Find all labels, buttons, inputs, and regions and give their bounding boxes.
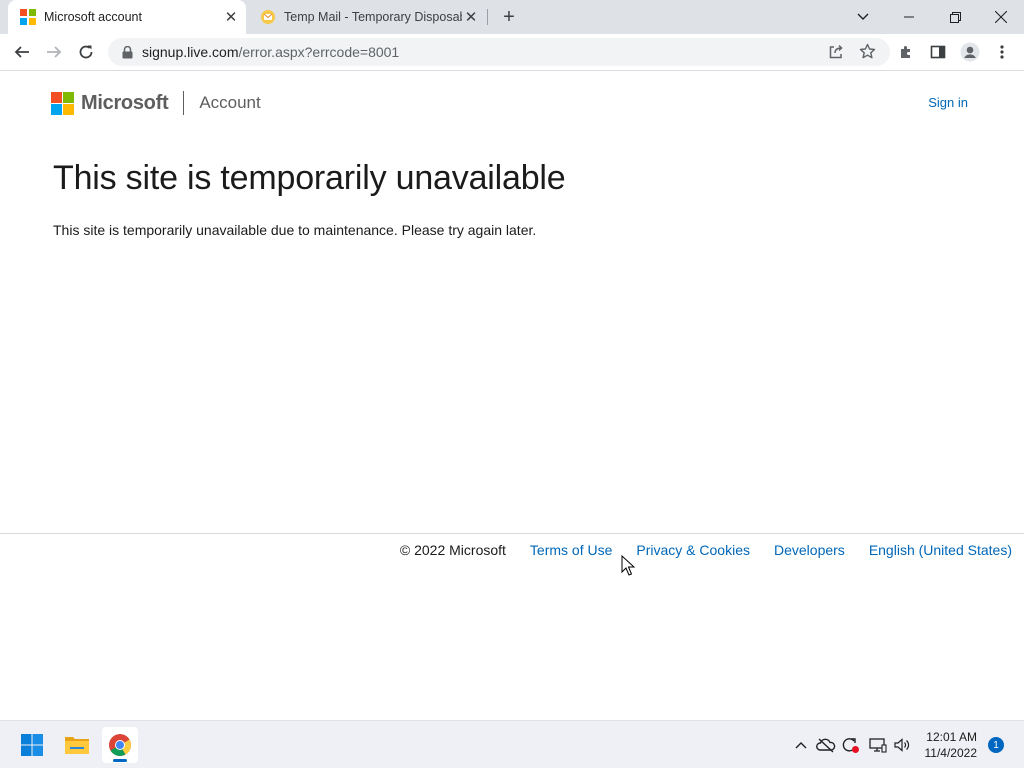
tab-title: Microsoft account [44, 10, 142, 24]
side-panel-icon[interactable] [924, 38, 952, 66]
browser-tab-strip: Microsoft account ✕ Temp Mail - Temporar… [0, 0, 1024, 34]
system-clock[interactable]: 12:01 AM 11/4/2022 [925, 729, 978, 761]
bookmark-star-icon[interactable] [859, 43, 876, 65]
close-tab-icon[interactable]: ✕ [462, 8, 480, 26]
brand-name[interactable]: Microsoft [81, 92, 169, 115]
browser-toolbar: signup.live.com/error.aspx?errcode=8001 [0, 34, 1024, 71]
developers-link[interactable]: Developers [774, 542, 845, 558]
microsoft-logo-icon [20, 9, 36, 25]
copyright-text: © 2022 Microsoft [399, 542, 506, 558]
tab-separator [487, 9, 488, 25]
product-name: Account [199, 93, 261, 112]
new-tab-icon[interactable]: + [498, 6, 520, 28]
show-hidden-icons-icon[interactable] [791, 735, 811, 755]
tab-title: Temp Mail - Temporary Disposab [284, 10, 462, 24]
volume-icon[interactable] [892, 735, 912, 755]
tab-temp-mail[interactable]: Temp Mail - Temporary Disposab ✕ [248, 0, 486, 34]
share-icon[interactable] [828, 44, 844, 65]
language-link[interactable]: English (United States) [869, 542, 1012, 558]
windows-taskbar: 12:01 AM 11/4/2022 1 [0, 720, 1024, 768]
web-page: Microsoft Account Sign in This site is t… [0, 71, 1024, 720]
clock-time: 12:01 AM [926, 730, 977, 744]
reload-icon[interactable] [72, 38, 100, 66]
active-app-indicator [113, 759, 127, 762]
mouse-cursor-icon [621, 555, 635, 576]
privacy-cookies-link[interactable]: Privacy & Cookies [636, 542, 750, 558]
profile-avatar-icon[interactable] [956, 38, 984, 66]
error-message: This site is temporarily unavailable due… [53, 222, 537, 238]
page-footer: © 2022 Microsoft Terms of Use Privacy & … [0, 533, 1024, 573]
site-header: Microsoft Account [51, 91, 261, 115]
more-menu-icon[interactable] [988, 38, 1016, 66]
tab-search-icon[interactable] [840, 0, 886, 34]
notification-badge[interactable]: 1 [988, 737, 1004, 753]
onedrive-offline-icon[interactable] [816, 735, 836, 755]
extensions-icon[interactable] [892, 38, 920, 66]
address-bar[interactable]: signup.live.com/error.aspx?errcode=8001 [108, 38, 890, 66]
url-path: /error.aspx?errcode=8001 [238, 44, 400, 60]
clock-date: 11/4/2022 [924, 746, 978, 760]
minimize-icon[interactable] [886, 0, 932, 34]
sync-alert-icon[interactable] [840, 735, 860, 755]
file-explorer-icon[interactable] [59, 727, 95, 763]
tab-microsoft-account[interactable]: Microsoft account ✕ [8, 0, 246, 34]
forward-icon[interactable] [40, 38, 68, 66]
terms-of-use-link[interactable]: Terms of Use [530, 542, 612, 558]
sign-in-link[interactable]: Sign in [928, 95, 968, 110]
header-divider [183, 91, 185, 115]
chrome-icon[interactable] [102, 727, 138, 763]
lock-icon[interactable] [120, 45, 134, 59]
close-window-icon[interactable] [978, 0, 1024, 34]
url-host: signup.live.com [142, 44, 239, 60]
windows-start-icon[interactable] [14, 727, 50, 763]
url-text: signup.live.com/error.aspx?errcode=8001 [142, 44, 399, 60]
back-icon[interactable] [8, 38, 36, 66]
network-icon[interactable] [868, 735, 888, 755]
close-tab-icon[interactable]: ✕ [222, 8, 240, 26]
restore-icon[interactable] [932, 0, 978, 34]
page-title: This site is temporarily unavailable [53, 159, 566, 197]
microsoft-logo-icon[interactable] [51, 91, 74, 115]
temp-mail-icon [260, 9, 276, 25]
